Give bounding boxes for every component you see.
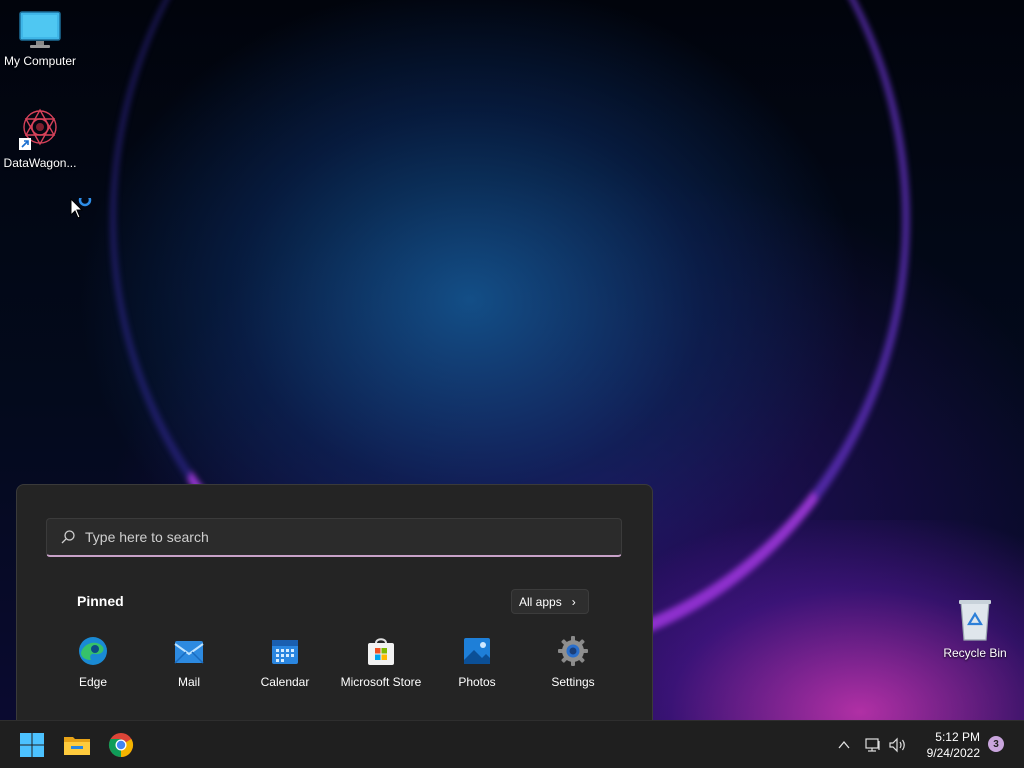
pinned-app-label: Photos [458, 675, 496, 689]
start-search-input[interactable]: Type here to search [46, 518, 622, 557]
pinned-section-title: Pinned [77, 593, 124, 609]
pinned-app-mail[interactable]: Mail [141, 635, 237, 689]
desktop-icon-label: DataWagon... [3, 156, 77, 170]
all-apps-button[interactable]: All apps › [511, 589, 589, 614]
desktop-icon-datawagon[interactable]: DataWagon... [0, 106, 80, 171]
chrome-icon [108, 733, 134, 757]
taskbar: 5:12 PM 9/24/2022 [0, 720, 1024, 768]
pinned-app-calendar[interactable]: Calendar [237, 635, 333, 689]
search-icon [61, 530, 75, 544]
settings-icon [558, 636, 588, 666]
mail-icon [174, 641, 204, 664]
speaker-icon [889, 737, 905, 753]
mouse-cursor-busy-icon [70, 198, 92, 219]
file-explorer-icon [64, 737, 90, 755]
pinned-app-microsoft-store[interactable]: Microsoft Store [333, 635, 429, 689]
show-hidden-icons-button[interactable] [836, 721, 852, 768]
pinned-apps-grid: Edge Mail Calendar Microsoft Store Photo… [45, 635, 621, 689]
windows-start-icon [20, 733, 44, 757]
calendar-icon [272, 640, 298, 664]
clock-time: 5:12 PM [935, 730, 980, 744]
network-status-button[interactable] [864, 721, 882, 768]
datawagon-shortcut-icon [19, 108, 57, 150]
desktop-icon-my-computer[interactable]: My Computer [0, 10, 80, 69]
desktop-icon-recycle-bin[interactable]: Recycle Bin [935, 598, 1015, 661]
pinned-app-label: Microsoft Store [340, 675, 422, 689]
pinned-app-label: Settings [551, 675, 595, 689]
network-icon [865, 738, 880, 752]
start-button[interactable] [16, 729, 48, 761]
desktop-icon-label: Recycle Bin [943, 646, 1007, 660]
pinned-app-photos[interactable]: Photos [429, 635, 525, 689]
recycle-bin-icon [959, 600, 991, 641]
clock-button[interactable]: 5:12 PM 9/24/2022 [918, 729, 980, 761]
volume-button[interactable] [888, 721, 908, 768]
chevron-right-icon: › [571, 594, 576, 609]
notification-count-badge[interactable]: 3 [988, 736, 1004, 752]
all-apps-label: All apps [519, 594, 562, 609]
chevron-up-icon [838, 740, 850, 749]
store-icon [368, 638, 394, 665]
pinned-app-edge[interactable]: Edge [45, 635, 141, 689]
pinned-app-label: Calendar [260, 675, 310, 689]
clock-date: 9/24/2022 [926, 746, 980, 760]
monitor-icon [19, 11, 61, 48]
pinned-app-settings[interactable]: Settings [525, 635, 621, 689]
taskbar-file-explorer[interactable] [61, 729, 93, 761]
pinned-app-label: Mail [177, 675, 200, 689]
search-placeholder: Type here to search [85, 529, 209, 545]
taskbar-chrome[interactable] [105, 729, 137, 761]
edge-icon [79, 637, 107, 665]
photos-icon [464, 638, 490, 664]
pinned-app-label: Edge [78, 675, 108, 689]
start-menu: Type here to search Pinned All apps › Ed… [16, 484, 653, 720]
desktop-icon-label: My Computer [3, 54, 77, 68]
